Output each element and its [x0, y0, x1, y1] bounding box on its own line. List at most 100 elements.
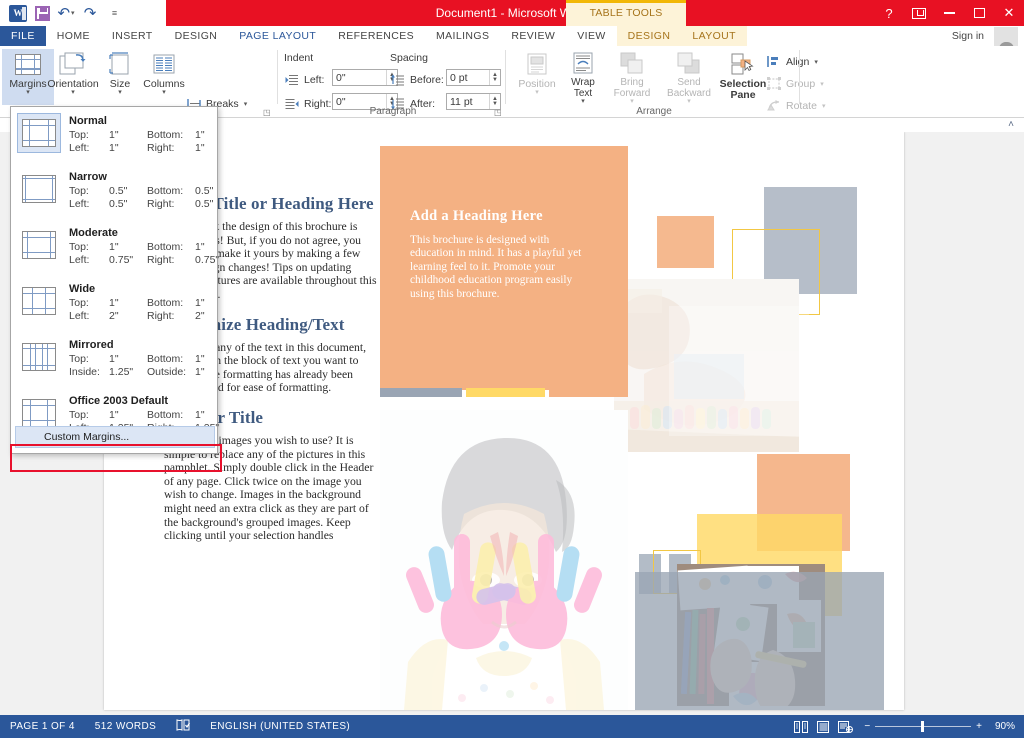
minimize-icon[interactable] [934, 0, 964, 26]
document-page[interactable]: Add a Title or Heading Here If you think… [104, 132, 904, 710]
columns-button[interactable]: Columns ▾ [138, 49, 190, 105]
indent-header: Indent [284, 52, 314, 64]
bring-forward-button[interactable]: Bring Forward ▾ [604, 49, 660, 105]
margin-preview-mirrored-icon [22, 343, 56, 371]
margin-preset-mirrored[interactable]: Mirrored Top: 1" Bottom: 1" Inside: 1.25" Out… [11, 331, 217, 387]
left-key: Left: [69, 310, 90, 322]
margin-preset-moderate[interactable]: Moderate Top: 1" Bottom: 1" Left: 0.75" Right… [11, 219, 220, 275]
send-backward-button[interactable]: Send Backward ▾ [660, 49, 718, 105]
language-indicator[interactable]: ENGLISH (UNITED STATES) [200, 721, 360, 732]
margin-preset-name: Narrow [69, 171, 107, 183]
margin-preset-thumb [17, 281, 61, 321]
swatch-yellow [466, 388, 545, 397]
undo-icon[interactable]: ↶ ▾ [54, 2, 78, 24]
brochure-panel[interactable]: Add a Heading Here This brochure is desi… [380, 146, 628, 390]
left-key: Left: [69, 254, 90, 266]
gray-block-bottom [635, 572, 884, 710]
send-backward-icon [676, 49, 702, 77]
right-key: Right: [147, 198, 175, 210]
sign-in-link[interactable]: Sign in [952, 26, 984, 46]
top-val: 1" [109, 409, 119, 421]
close-icon[interactable]: ✕ [994, 0, 1024, 26]
margin-preset-normal[interactable]: Normal Top: 1" Bottom: 1" Left: 1" Right: 1" [11, 107, 217, 163]
margin-preset-wide[interactable]: Wide Top: 1" Bottom: 1" Left: 2" Right: 2" [11, 275, 217, 331]
proofing-errors-icon[interactable] [166, 719, 200, 734]
page-setup-dialog-launcher[interactable]: ◳ [263, 108, 272, 117]
indent-left-field[interactable]: 0" ▲ ▼ [332, 69, 398, 86]
margin-preview-wide-icon [22, 287, 56, 315]
tab-view[interactable]: VIEW [566, 26, 616, 46]
collapse-ribbon-icon[interactable]: ˄ [1008, 119, 1014, 130]
align-icon [766, 54, 782, 70]
margin-preset-narrow[interactable]: Narrow Top: 0.5" Bottom: 0.5" Left: 0.5" Righ… [11, 163, 217, 219]
brochure-heading: Add a Heading Here [410, 208, 543, 224]
right-key: Right: [147, 310, 175, 322]
swatch-orange [549, 388, 628, 397]
word-count[interactable]: 512 WORDS [85, 721, 166, 732]
web-layout-icon[interactable] [834, 715, 856, 738]
orientation-button[interactable]: Orientation ▾ [44, 49, 102, 105]
customize-qat-icon[interactable]: ≡ [102, 2, 126, 24]
tab-design[interactable]: DESIGN [164, 26, 229, 46]
zoom-track[interactable] [875, 720, 972, 732]
tab-table-layout[interactable]: LAYOUT [681, 26, 747, 46]
breaks-caret-icon: ▾ [243, 100, 248, 108]
right-val: 0.5" [195, 198, 214, 210]
size-caret-icon: ▾ [118, 89, 122, 96]
paragraph-dialog-launcher[interactable]: ◳ [494, 108, 503, 117]
right-val: 0.75" [195, 254, 220, 266]
top-val: 0.5" [109, 185, 128, 197]
brochure-body: This brochure is designed with education… [410, 234, 582, 300]
tab-file[interactable]: FILE [0, 26, 46, 46]
group-button[interactable]: Group ▾ [766, 74, 824, 93]
save-icon[interactable] [30, 2, 54, 24]
help-icon[interactable]: ? [874, 0, 904, 26]
align-button[interactable]: Align ▾ [766, 52, 818, 71]
word-logo-icon[interactable]: W [6, 2, 30, 24]
tab-review[interactable]: REVIEW [500, 26, 566, 46]
zoom-in-button[interactable]: + [976, 721, 982, 732]
table-tools-label: TABLE TOOLS [589, 7, 663, 19]
orientation-icon [59, 49, 87, 79]
right-val: 2" [195, 310, 205, 322]
size-button[interactable]: Size ▾ [100, 49, 140, 105]
window-controls: ? ✕ [874, 0, 1024, 26]
zoom-slider[interactable]: − + [856, 720, 990, 732]
margin-preview-moderate-icon [22, 231, 56, 259]
margin-preset-thumb [17, 337, 61, 377]
ribbon-tabs: FILE HOME INSERT DESIGN PAGE LAYOUT REFE… [0, 26, 747, 46]
tab-mailings[interactable]: MAILINGS [425, 26, 500, 46]
margins-dropdown-menu[interactable]: Normal Top: 1" Bottom: 1" Left: 1" Right: 1" N… [10, 106, 220, 454]
print-layout-icon[interactable] [812, 715, 834, 738]
tab-insert[interactable]: INSERT [101, 26, 164, 46]
margin-preset-thumb [17, 113, 61, 153]
columns-caret-icon: ▾ [162, 89, 166, 96]
tab-table-design[interactable]: DESIGN [616, 26, 682, 46]
redo-icon[interactable]: ↷ [78, 2, 102, 24]
tab-references[interactable]: REFERENCES [327, 26, 425, 46]
margin-preview-office2003-icon [22, 399, 56, 427]
tab-page-layout[interactable]: PAGE LAYOUT [228, 26, 327, 46]
left-key: Left: [69, 198, 90, 210]
tab-home[interactable]: HOME [46, 26, 101, 46]
zoom-knob[interactable] [921, 720, 925, 732]
bottom-key: Bottom: [147, 185, 184, 197]
read-mode-icon[interactable] [790, 715, 812, 738]
highlight-box-custom-margins [10, 444, 222, 472]
top-key: Top: [69, 241, 89, 253]
maximize-icon[interactable] [964, 0, 994, 26]
spacing-before-stepper[interactable]: ▲ ▼ [489, 70, 500, 85]
ribbon-group-arrange: Position ▾ Wrap Text ▾ Bring Forward ▾ S… [508, 46, 825, 118]
position-icon [525, 49, 549, 79]
bring-forward-caret-icon: ▾ [630, 98, 634, 105]
zoom-level[interactable]: 90% [990, 721, 1024, 732]
selection-pane-button[interactable]: Selection Pane [718, 49, 768, 105]
zoom-out-button[interactable]: − [864, 721, 870, 732]
position-button[interactable]: Position ▾ [512, 49, 562, 105]
send-backward-label: Send Backward [667, 77, 711, 99]
ribbon-display-options-icon[interactable] [904, 0, 934, 26]
bottom-key: Bottom: [147, 353, 184, 365]
page-count[interactable]: PAGE 1 OF 4 [0, 721, 85, 732]
spacing-before-field[interactable]: 0 pt ▲ ▼ [446, 69, 501, 86]
wrap-text-button[interactable]: Wrap Text ▾ [562, 49, 604, 105]
